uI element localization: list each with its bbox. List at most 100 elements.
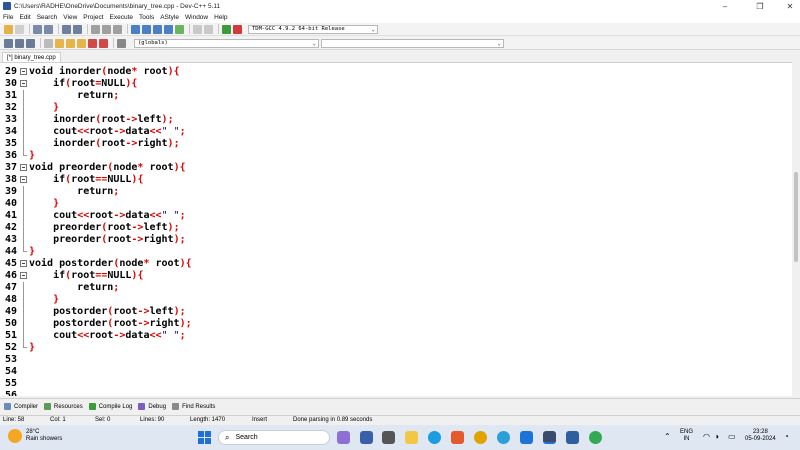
fold-toggle-icon[interactable] [18,174,29,186]
code-line[interactable]: } [29,150,789,162]
code-line[interactable]: if(root==NULL){ [29,270,789,282]
code-line[interactable]: inorder(root->left); [29,114,789,126]
menu-astyle[interactable]: AStyle [160,14,179,21]
code-line[interactable]: cout<<root->data<<" "; [29,126,789,138]
copilot-icon[interactable] [337,431,350,444]
indent-icon[interactable] [4,38,13,48]
undo-icon[interactable] [4,24,13,34]
code-line[interactable]: } [29,246,789,258]
new-file-icon[interactable] [44,38,53,48]
toggle-icon[interactable] [113,24,122,34]
menu-tools[interactable]: Tools [139,14,154,21]
member-select[interactable]: ⌄ [321,38,504,48]
fold-toggle-icon[interactable] [18,78,29,90]
comment-icon[interactable] [26,38,35,48]
vscode-icon[interactable] [520,431,533,444]
code-line[interactable]: void postorder(node* root){ [29,258,789,270]
check-icon[interactable] [175,24,184,34]
redo-icon[interactable] [15,24,24,34]
compiler-select[interactable]: TDM-GCC 4.9.2 64-bit Release ⌄ [248,24,378,34]
vertical-scrollbar[interactable] [792,62,800,396]
close-file-icon[interactable] [88,38,97,48]
wifi-icon[interactable]: ◠ [703,433,710,441]
chevron-up-icon[interactable]: ⌃ [664,433,671,441]
fold-toggle-icon[interactable] [18,66,29,78]
menu-execute[interactable]: Execute [110,14,134,21]
fold-toggle-icon[interactable] [18,162,29,174]
compile-run-icon[interactable] [153,24,162,34]
panel-tab-resources[interactable]: Resources [44,403,83,410]
task-view-icon[interactable] [360,431,373,444]
code-line[interactable]: preorder(root->left); [29,222,789,234]
menu-window[interactable]: Window [185,14,208,21]
unindent-icon[interactable] [15,38,24,48]
code-line[interactable]: if(root=NULL){ [29,78,789,90]
code-line[interactable]: postorder(root->right); [29,318,789,330]
code-line[interactable]: void preorder(node* root){ [29,162,789,174]
menu-edit[interactable]: Edit [19,14,30,21]
code-line[interactable]: return; [29,186,789,198]
code-line[interactable] [29,378,789,390]
code-line[interactable]: cout<<root->data<<" "; [29,210,789,222]
devcpp-taskbar-icon[interactable] [543,431,556,444]
code-line[interactable]: } [29,198,789,210]
profile-icon[interactable] [233,24,242,34]
code-editor[interactable]: 29 30 31 32 33 34 35 36 37 38 39 40 41 42 43 44 45 46 47 48… [0,62,792,396]
next-icon[interactable] [102,24,111,34]
menu-project[interactable]: Project [83,14,103,21]
taskbar-search[interactable]: ⌕ Search [218,430,330,445]
goto-icon[interactable] [62,24,71,34]
code-line[interactable] [29,366,789,378]
scope-select[interactable]: (globals) ⌄ [134,38,319,48]
maximize-button[interactable]: ❐ [745,0,775,12]
weather-widget[interactable]: 28°C Rain showers [8,429,62,443]
panel-tab-debug[interactable]: Debug [138,403,166,410]
menu-help[interactable]: Help [214,14,227,21]
brave-icon[interactable] [451,431,464,444]
tab-binary-tree[interactable]: [*] binary_tree.cpp [2,52,61,62]
scrollbar-thumb[interactable] [794,172,798,262]
panel-tab-compile-log[interactable]: Compile Log [88,403,132,410]
clock[interactable]: 23:28 05-09-2024 [745,429,776,443]
telegram-icon[interactable] [497,431,510,444]
notification-icon[interactable]: ◔ [784,433,789,441]
compile-icon[interactable] [131,24,140,34]
chrome-profile-icon[interactable] [589,431,602,444]
code-line[interactable]: if(root==NULL){ [29,174,789,186]
panel-tab-find-results[interactable]: Find Results [172,403,215,410]
file-explorer-icon[interactable] [405,431,418,444]
run-icon[interactable] [142,24,151,34]
rebuild-icon[interactable] [164,24,173,34]
print-icon[interactable] [117,38,126,48]
chrome-icon[interactable] [474,431,487,444]
code-line[interactable] [29,390,789,396]
minimize-button[interactable]: – [710,0,740,12]
code-line[interactable]: void inorder(node* root){ [29,66,789,78]
close-button[interactable]: ✕ [775,0,800,12]
code-line[interactable]: preorder(root->right); [29,234,789,246]
volume-icon[interactable]: ◗ [715,433,720,441]
code-line[interactable]: postorder(root->left); [29,306,789,318]
find-icon[interactable] [33,24,42,34]
fold-toggle-icon[interactable] [18,270,29,282]
code-line[interactable]: } [29,342,789,354]
stop-icon[interactable] [193,24,202,34]
panel-tab-compiler[interactable]: Compiler [4,403,38,410]
menu-view[interactable]: View [63,14,77,21]
code-line[interactable]: inorder(root->right); [29,138,789,150]
bookmark-icon[interactable] [73,24,82,34]
prev-icon[interactable] [91,24,100,34]
code-line[interactable]: cout<<root->data<<" "; [29,330,789,342]
battery-icon[interactable]: ▭ [728,433,736,441]
start-button[interactable] [198,431,211,444]
code-line[interactable]: } [29,294,789,306]
menu-search[interactable]: Search [37,14,58,21]
edge-icon[interactable] [428,431,441,444]
code-line[interactable]: return; [29,282,789,294]
code-line[interactable]: return; [29,90,789,102]
save-icon[interactable] [66,38,75,48]
open-icon[interactable] [55,38,64,48]
language-indicator[interactable]: ENG IN [680,429,693,443]
code-line[interactable] [29,354,789,366]
debug-icon[interactable] [204,24,213,34]
